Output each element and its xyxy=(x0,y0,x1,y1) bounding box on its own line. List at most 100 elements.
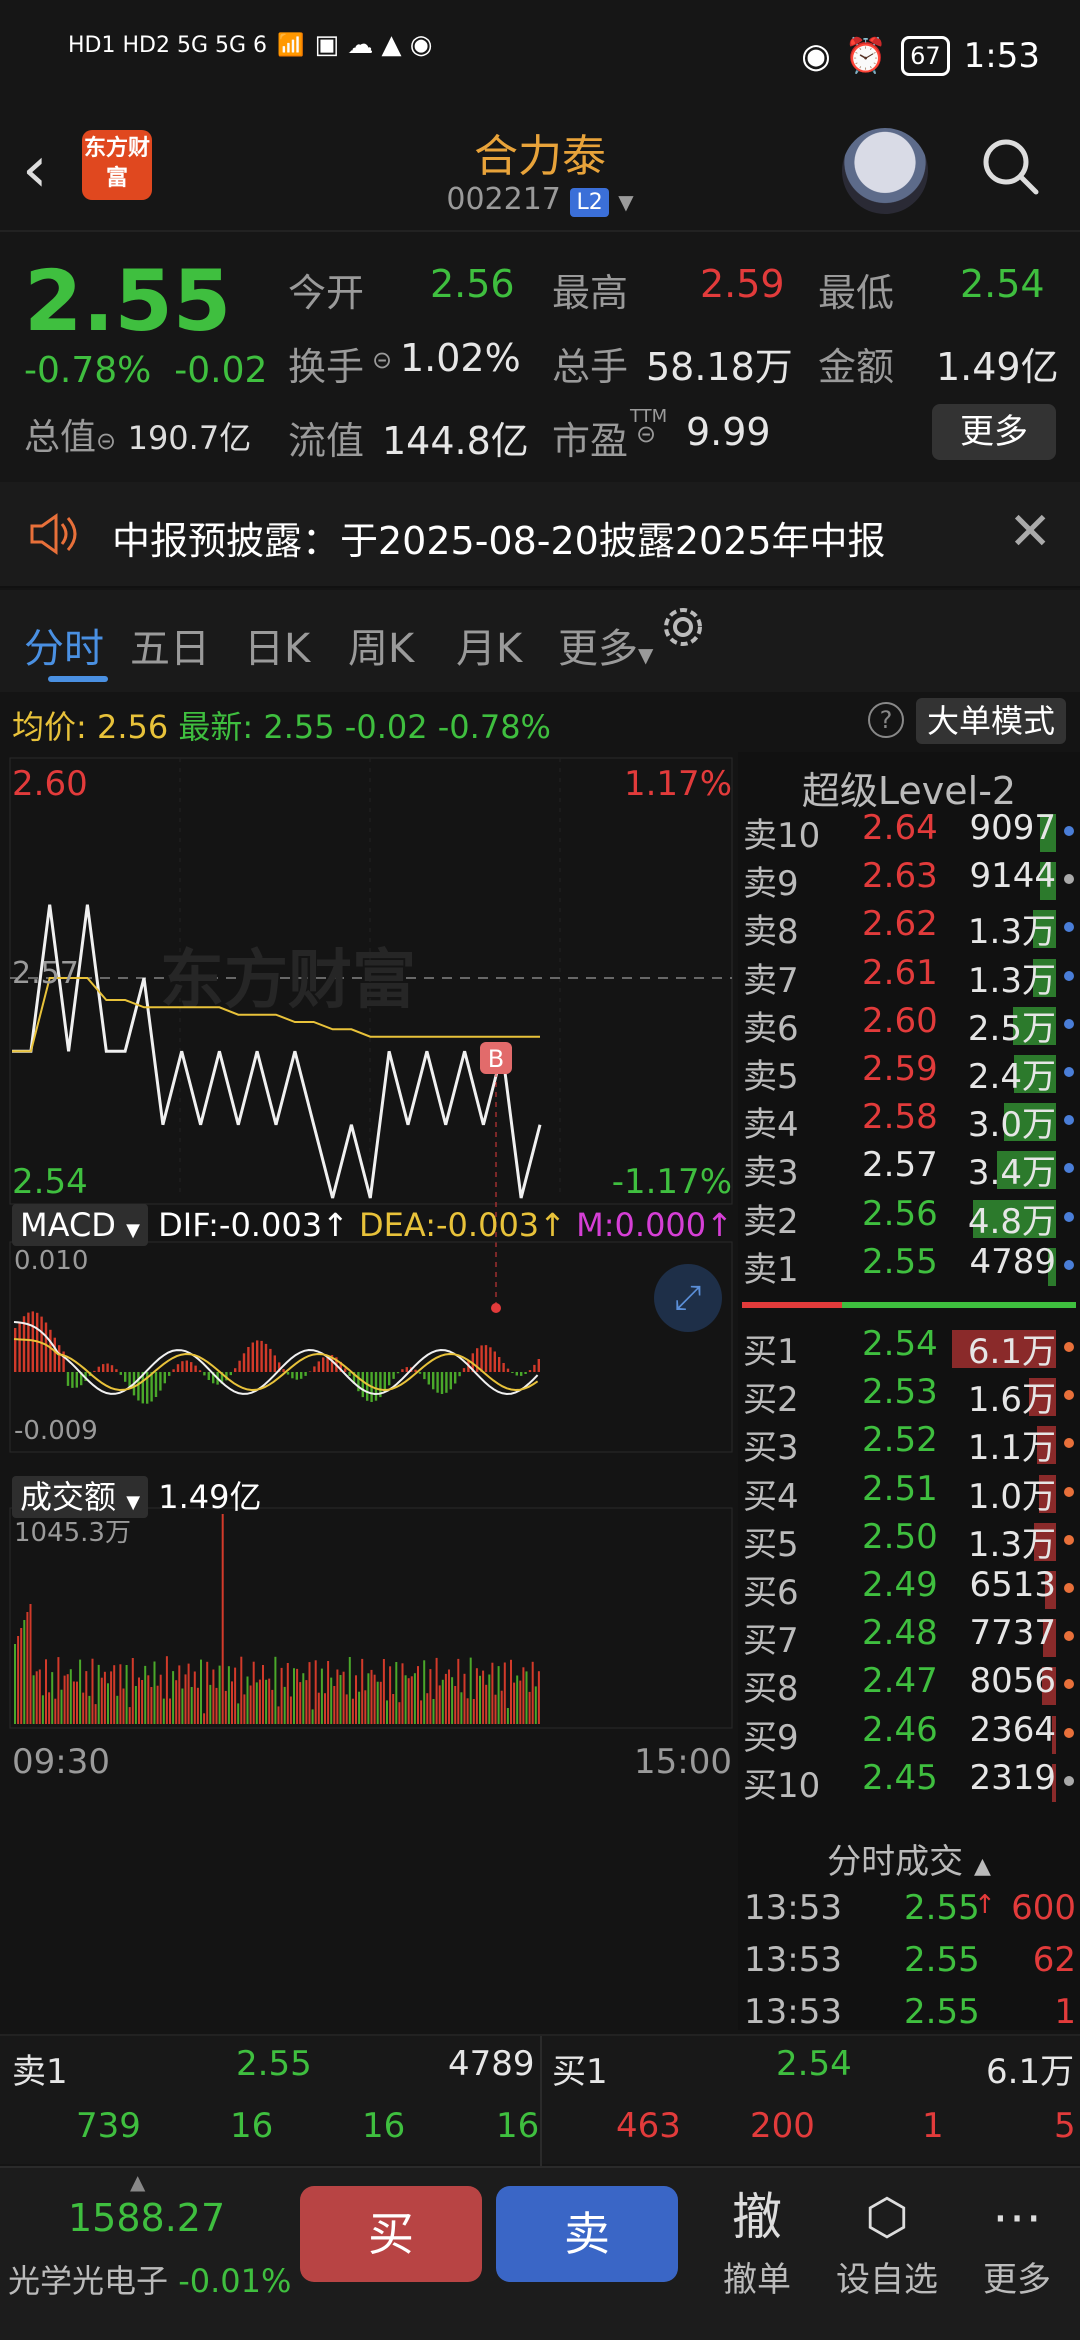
macd-selector[interactable]: MACD ▼ xyxy=(12,1204,148,1246)
buy-button[interactable]: 买 xyxy=(300,2186,482,2282)
tab-intraday[interactable]: 分时 xyxy=(24,616,104,674)
volume-bar xyxy=(82,1692,85,1724)
ask-row[interactable]: 卖4 2.58 3.0万 xyxy=(738,1097,1080,1145)
level-volume: 8056 xyxy=(969,1661,1056,1702)
price-low-label: 2.54 xyxy=(12,1162,88,1202)
cancel-order-button[interactable]: 撤 撤单 xyxy=(702,2182,812,2301)
volume-bar xyxy=(249,1685,252,1724)
volume-bar xyxy=(370,1669,373,1724)
macd-bar xyxy=(480,1345,483,1372)
level-volume: 1.3万 xyxy=(967,912,1056,953)
macd-bar xyxy=(27,1312,30,1372)
volume-bar xyxy=(41,1695,44,1724)
signal-indicators: HD1 HD2 5G 5G 6 📶 ▣ ☁ ▲ ◉ xyxy=(68,30,432,60)
macd-bar xyxy=(242,1353,246,1372)
volume-bar xyxy=(463,1673,466,1724)
macd-bar xyxy=(44,1322,48,1372)
more-menu-button[interactable]: ⋯ 更多 xyxy=(962,2182,1072,2301)
sell-button[interactable]: 卖 xyxy=(496,2186,678,2282)
sell1-volume: 4789 xyxy=(448,2044,535,2084)
help-icon[interactable]: ? xyxy=(868,702,904,738)
gear-icon[interactable] xyxy=(660,604,706,650)
volume-bar xyxy=(138,1677,140,1724)
macd-bar xyxy=(53,1337,56,1372)
info-icon[interactable]: ⊝ xyxy=(372,346,392,374)
level-label: 卖3 xyxy=(743,1153,799,1194)
bid-row[interactable]: 买9 2.46 2364 xyxy=(738,1710,1080,1758)
tab-daily-k[interactable]: 日K xyxy=(244,616,310,674)
big-order-mode-button[interactable]: 大单模式 xyxy=(916,698,1066,744)
tab-weekly-k[interactable]: 周K xyxy=(348,616,414,674)
macd-bar xyxy=(207,1372,210,1380)
tab-more[interactable]: 更多▼ xyxy=(558,616,653,674)
macd-bar xyxy=(181,1361,184,1372)
volume-bar xyxy=(525,1671,528,1724)
volume-bar xyxy=(358,1691,361,1724)
volume-bar xyxy=(196,1687,199,1724)
bid-row[interactable]: 买8 2.47 8056 xyxy=(738,1661,1080,1709)
assistant-robot-icon[interactable] xyxy=(842,128,928,214)
bid-row[interactable]: 买2 2.53 1.6万 xyxy=(738,1372,1080,1420)
volume-bar xyxy=(429,1669,432,1724)
volume-bar xyxy=(63,1675,66,1724)
bid-row[interactable]: 买5 2.50 1.3万 xyxy=(738,1517,1080,1565)
macd-bar xyxy=(313,1366,316,1372)
volume-bar xyxy=(317,1692,320,1724)
level-label: 卖5 xyxy=(743,1057,799,1097)
bid-row[interactable]: 买3 2.52 1.1万 xyxy=(738,1420,1080,1468)
ask-row[interactable]: 卖2 2.56 4.8万 xyxy=(738,1194,1080,1242)
ask-row[interactable]: 卖7 2.61 1.3万 xyxy=(738,953,1080,1001)
volume-bar xyxy=(57,1657,60,1724)
more-button[interactable]: 更多 xyxy=(932,404,1056,460)
avg-label: 均价: xyxy=(12,708,87,746)
intraday-chart-area[interactable]: 东方财富 B 2.60 1.17% 2.57 2.54 -1.17% MACD … xyxy=(0,752,736,2034)
bid-row[interactable]: 买10 2.45 2319 xyxy=(738,1758,1080,1806)
info-icon[interactable]: ⊝ xyxy=(96,427,116,455)
volume-bar xyxy=(389,1666,392,1724)
notice-banner[interactable]: 中报预披露：于2025-08-20披露2025年中报 ✕ xyxy=(0,482,1080,588)
macd-bar xyxy=(106,1363,109,1372)
level-price: 2.58 xyxy=(862,1097,938,1138)
volume-bar xyxy=(286,1663,289,1724)
volume-bar xyxy=(308,1662,311,1724)
volume-bar xyxy=(420,1700,423,1724)
ask-row[interactable]: 卖1 2.55 4789 xyxy=(738,1242,1080,1290)
level-price: 2.49 xyxy=(862,1565,938,1605)
macd-bar xyxy=(524,1372,527,1374)
add-watchlist-button[interactable]: ⬡ 设自选 xyxy=(832,2182,942,2301)
volume-bar xyxy=(206,1661,209,1724)
bid-row[interactable]: 买7 2.48 7737 xyxy=(738,1613,1080,1661)
quote-field-value: 2.54 xyxy=(960,262,1045,306)
ask-row[interactable]: 卖10 2.64 9097 xyxy=(738,808,1080,856)
close-icon[interactable]: ✕ xyxy=(1008,502,1052,562)
ask-row[interactable]: 卖9 2.63 9144 xyxy=(738,856,1080,904)
level2-title[interactable]: 超级Level-2 xyxy=(738,760,1080,815)
search-icon[interactable] xyxy=(980,136,1040,196)
level-volume: 3.0万 xyxy=(967,1105,1056,1146)
volume-bar xyxy=(534,1686,537,1724)
macd-bar xyxy=(445,1372,448,1393)
bid-row[interactable]: 买6 2.49 6513 xyxy=(738,1565,1080,1613)
index-value[interactable]: 1588.27 xyxy=(68,2196,225,2240)
index-name: 光学光电子 xyxy=(8,2262,169,2300)
volume-bar xyxy=(172,1671,175,1724)
level-price: 2.51 xyxy=(862,1468,938,1509)
macd-bar xyxy=(273,1355,276,1372)
volume-bar xyxy=(159,1674,162,1724)
expand-icon[interactable]: ⤢ xyxy=(654,1264,722,1332)
bid-row[interactable]: 买1 2.54 6.1万 xyxy=(738,1324,1080,1372)
tab-monthly-k[interactable]: 月K xyxy=(456,616,522,674)
ask-row[interactable]: 卖5 2.59 2.4万 xyxy=(738,1049,1080,1097)
ask-row[interactable]: 卖8 2.62 1.3万 xyxy=(738,904,1080,952)
tick-trades-title[interactable]: 分时成交 ▲ xyxy=(738,1834,1080,1883)
tab-five-day[interactable]: 五日 xyxy=(130,616,210,674)
bid-row[interactable]: 买4 2.51 1.0万 xyxy=(738,1469,1080,1517)
level-price: 2.54 xyxy=(862,1324,938,1364)
volume-bar xyxy=(103,1671,106,1724)
volume-bar xyxy=(293,1668,295,1724)
volume-bar xyxy=(141,1680,144,1724)
index-name-row[interactable]: 光学光电子 -0.01% xyxy=(8,2256,291,2302)
macd-panel-frame xyxy=(9,1241,733,1453)
ask-row[interactable]: 卖6 2.60 2.5万 xyxy=(738,1001,1080,1049)
ask-row[interactable]: 卖3 2.57 3.4万 xyxy=(738,1145,1080,1193)
